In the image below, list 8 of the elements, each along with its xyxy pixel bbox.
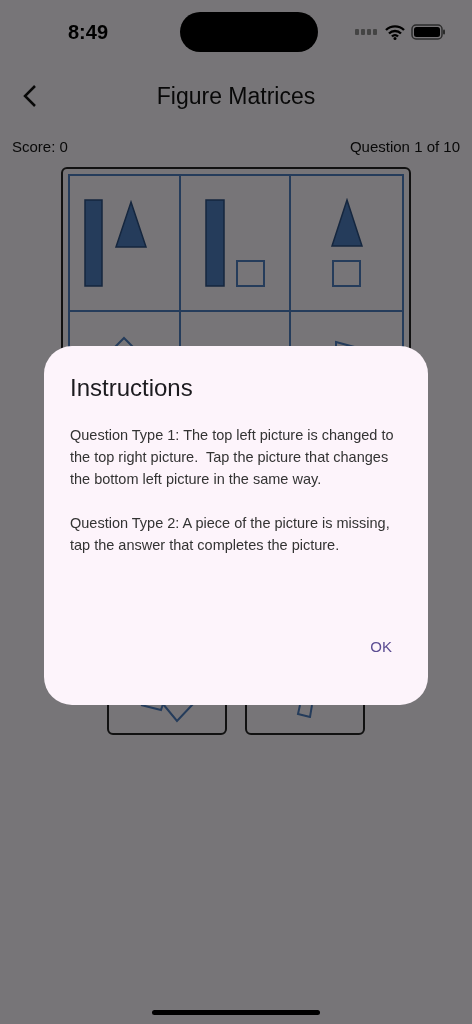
status-time: 8:49 (68, 20, 109, 44)
instruction-paragraph: Question Type 2: A piece of the picture is missing, tap the answer that completes the picture. (70, 514, 391, 555)
screen-title: Figure Matrices (156, 82, 316, 110)
question-counter: Question 1 of 10 (349, 138, 460, 155)
instruction-paragraph: Question Type 1: The top left picture is changed to the top right picture. Tap the picture that changes the bottom left picture in the same way. (70, 426, 395, 489)
ok-button[interactable]: OK (360, 630, 402, 663)
score-label: Score: 0 (12, 138, 68, 155)
dialog-title: Instructions (70, 374, 194, 402)
